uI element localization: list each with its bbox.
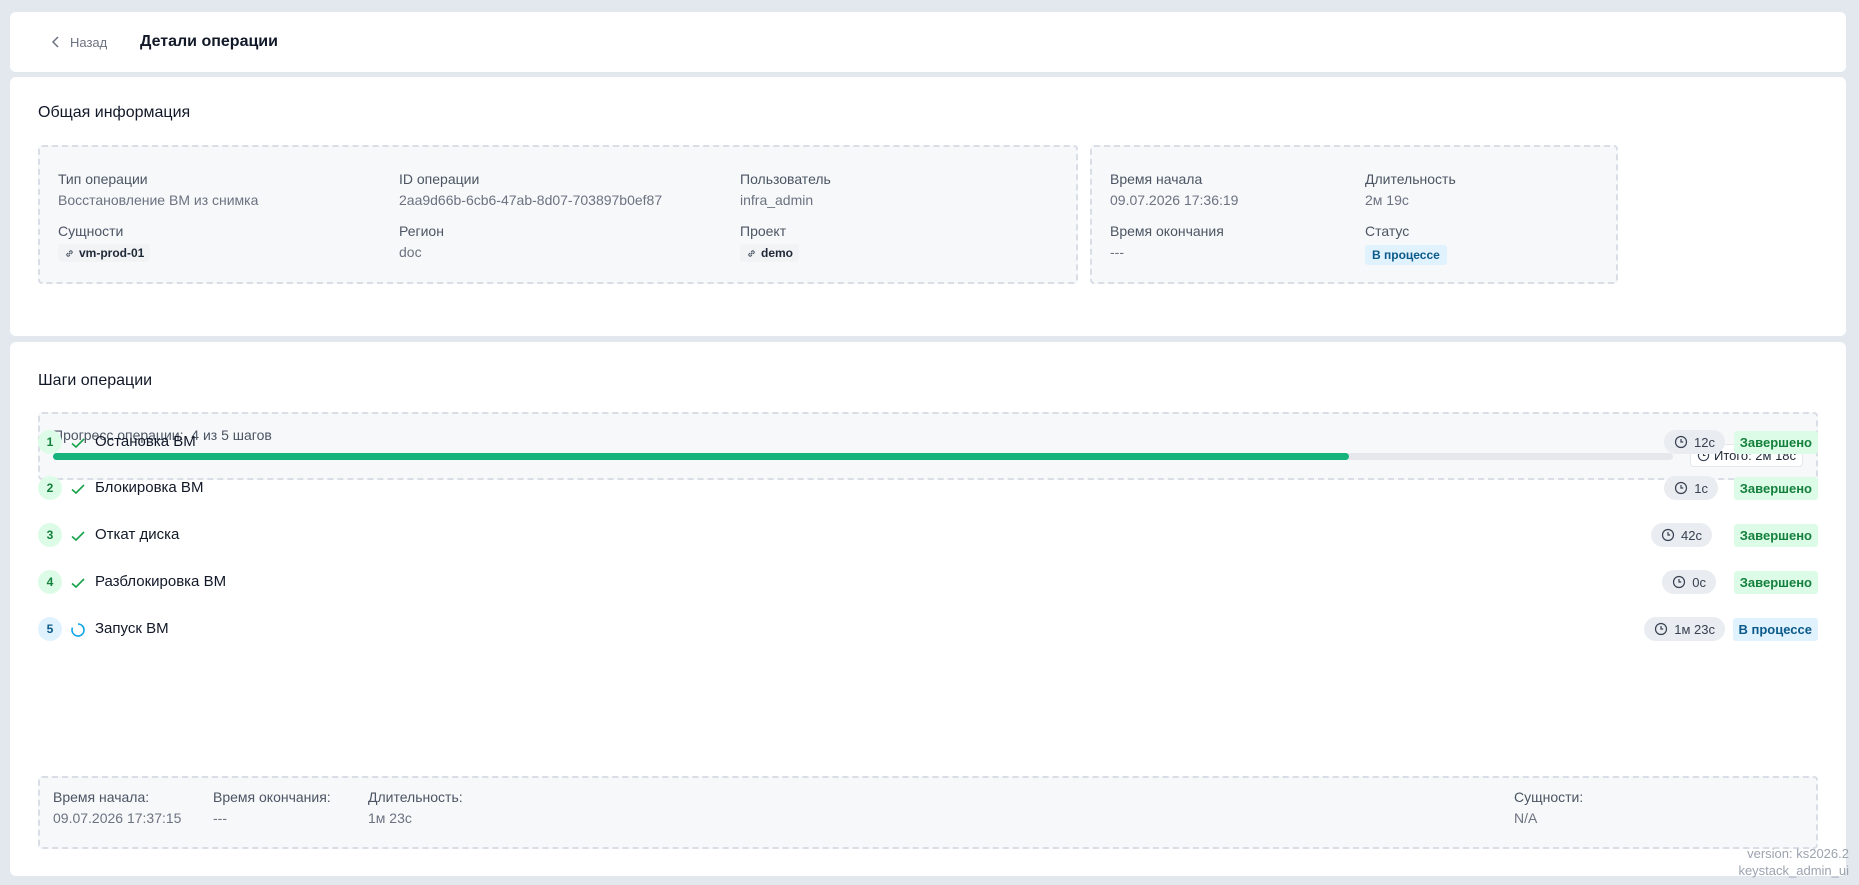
step-time: 1с xyxy=(1664,476,1718,500)
step-time-value: 12с xyxy=(1694,434,1715,450)
clock-icon xyxy=(1675,481,1688,495)
step-duration-value: 1м 23с xyxy=(368,810,412,826)
step-status-badge: В процессе xyxy=(1732,618,1818,641)
step-entities-label: Сущности: xyxy=(1514,789,1584,805)
end-time-value: --- xyxy=(1110,244,1124,260)
step-time-value: 1м 23с xyxy=(1674,621,1715,637)
step-row[interactable]: 1 Остановка ВМ 12с Завершено xyxy=(38,427,1818,457)
step-number: 1 xyxy=(38,430,62,454)
project-link[interactable]: demo xyxy=(740,244,800,262)
steps-card: Шаги операции Прогресс операции: 4 из 5 … xyxy=(10,342,1846,876)
clock-icon xyxy=(1673,575,1686,589)
spinner-icon xyxy=(71,623,85,637)
step-start-value: 09.07.2026 17:37:15 xyxy=(53,810,182,826)
check-icon xyxy=(71,438,85,449)
clock-icon xyxy=(1655,622,1668,636)
step-duration-label: Длительность: xyxy=(368,789,463,805)
operation-id-label: ID операции xyxy=(399,171,480,187)
start-time-value: 09.07.2026 17:36:19 xyxy=(1110,192,1239,208)
link-icon xyxy=(748,249,755,257)
general-info-title: Общая информация xyxy=(38,104,191,121)
step-name: Разблокировка ВМ xyxy=(95,573,227,590)
step-number: 2 xyxy=(38,476,62,500)
status-label: Статус xyxy=(1365,223,1410,239)
operation-id-value: 2aa9d66b-6cb6-47ab-8d07-703897b0ef87 xyxy=(399,192,663,208)
step-row[interactable]: 4 Разблокировка ВМ 0с Завершено xyxy=(38,567,1818,597)
status-badge: В процессе xyxy=(1365,245,1447,265)
project-label: Проект xyxy=(740,223,787,239)
step-detail-box: Время начала: 09.07.2026 17:37:15 Время … xyxy=(38,776,1818,849)
back-label: Назад xyxy=(70,34,108,50)
clock-icon xyxy=(1661,528,1675,542)
step-number: 3 xyxy=(38,523,62,547)
step-time: 0с xyxy=(1662,570,1716,594)
step-time: 1м 23с xyxy=(1644,617,1725,641)
step-start-label: Время начала: xyxy=(53,789,150,805)
steps-title: Шаги операции xyxy=(38,372,153,389)
operation-type-label: Тип операции xyxy=(58,171,148,187)
end-time-label: Время окончания xyxy=(1110,223,1224,239)
start-time-label: Время начала xyxy=(1110,171,1203,187)
step-end-label: Время окончания: xyxy=(213,789,331,805)
user-label: Пользователь xyxy=(740,171,831,187)
page-header: Назад Детали операции xyxy=(10,12,1846,72)
region-value: doc xyxy=(399,244,422,260)
step-status-badge: Завершено xyxy=(1733,477,1818,500)
back-button[interactable]: Назад xyxy=(50,12,107,72)
operation-type-value: Восстановление ВМ из снимка xyxy=(58,192,259,208)
chevron-left-icon xyxy=(51,36,59,48)
step-row[interactable]: 5 Запуск ВМ 1м 23с В процессе xyxy=(38,614,1818,644)
duration-label: Длительность xyxy=(1365,171,1456,187)
entity-link-label: vm-prod-01 xyxy=(79,246,145,260)
step-time: 12с xyxy=(1664,430,1725,454)
check-icon xyxy=(71,531,85,542)
step-name: Запуск ВМ xyxy=(95,620,169,637)
step-row[interactable]: 2 Блокировка ВМ 1с Завершено xyxy=(38,473,1818,503)
user-value: infra_admin xyxy=(740,192,814,208)
step-name: Откат диска xyxy=(95,526,180,543)
check-icon xyxy=(71,578,85,589)
general-info-box: Тип операции Восстановление ВМ из снимка… xyxy=(38,145,1078,284)
duration-value: 2м 19с xyxy=(1365,192,1409,208)
step-time-value: 42с xyxy=(1681,527,1702,543)
step-entities-value: N/A xyxy=(1514,810,1538,826)
region-label: Регион xyxy=(399,223,444,239)
check-icon xyxy=(71,484,85,495)
link-icon xyxy=(66,249,73,257)
page-title: Детали операции xyxy=(140,33,278,50)
step-name: Остановка ВМ xyxy=(95,433,196,450)
project-link-label: demo xyxy=(761,246,794,260)
step-number: 5 xyxy=(38,617,62,641)
step-name: Блокировка ВМ xyxy=(95,479,204,496)
timing-info-box: Время начала 09.07.2026 17:36:19 Длитель… xyxy=(1090,145,1618,284)
step-status-badge: Завершено xyxy=(1733,524,1818,547)
step-row[interactable]: 3 Откат диска 42с Завершено xyxy=(38,520,1818,550)
step-end-value: --- xyxy=(213,810,227,826)
app-name-text: keystack_admin_ui xyxy=(1738,863,1849,878)
step-time-value: 1с xyxy=(1694,480,1708,496)
step-time: 42с xyxy=(1651,523,1712,547)
clock-icon xyxy=(1674,435,1688,449)
step-time-value: 0с xyxy=(1692,574,1706,590)
step-status-badge: Завершено xyxy=(1733,431,1818,454)
entities-label: Сущности xyxy=(58,223,124,239)
entity-link[interactable]: vm-prod-01 xyxy=(58,244,151,262)
general-info-card: Общая информация Тип операции Восстановл… xyxy=(10,77,1846,336)
step-number: 4 xyxy=(38,570,62,594)
version-text: version: ks2026.2 xyxy=(1747,846,1849,861)
step-status-badge: Завершено xyxy=(1733,571,1818,594)
